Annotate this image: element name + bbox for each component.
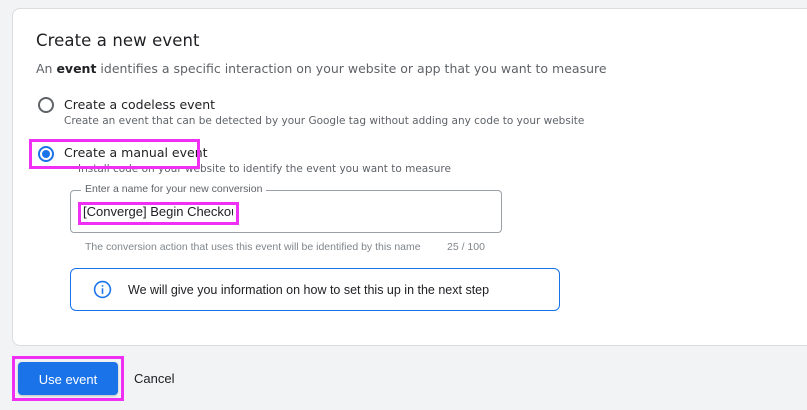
cancel-button[interactable]: Cancel (128, 362, 180, 395)
subtitle-bold-term: event (56, 61, 97, 76)
dialog-title: Create a new event (36, 31, 200, 50)
dialog-subtitle: An event identifies a specific interacti… (36, 61, 607, 76)
info-banner: We will give you information on how to s… (70, 268, 560, 311)
conversion-name-helper: The conversion action that uses this eve… (85, 241, 421, 253)
manual-event-description: Install code on your website to identify… (78, 163, 451, 175)
subtitle-text-start: An (36, 61, 57, 76)
manual-event-radio[interactable] (38, 146, 54, 162)
manual-event-label[interactable]: Create a manual event (64, 145, 208, 160)
conversion-name-field-label: Enter a name for your new conversion (81, 183, 267, 195)
conversion-name-input[interactable] (83, 204, 233, 219)
info-banner-text: We will give you information on how to s… (128, 283, 490, 297)
codeless-event-label[interactable]: Create a codeless event (64, 97, 215, 112)
conversion-name-field[interactable]: Enter a name for your new conversion (70, 183, 502, 233)
codeless-event-description: Create an event that can be detected by … (64, 115, 585, 127)
subtitle-text-end: identifies a specific interaction on you… (96, 61, 607, 76)
page: Create a new event An event identifies a… (0, 0, 807, 410)
character-counter: 25 / 100 (447, 241, 485, 253)
codeless-event-radio[interactable] (38, 97, 54, 113)
info-icon (93, 280, 112, 299)
use-event-button[interactable]: Use event (18, 362, 118, 395)
